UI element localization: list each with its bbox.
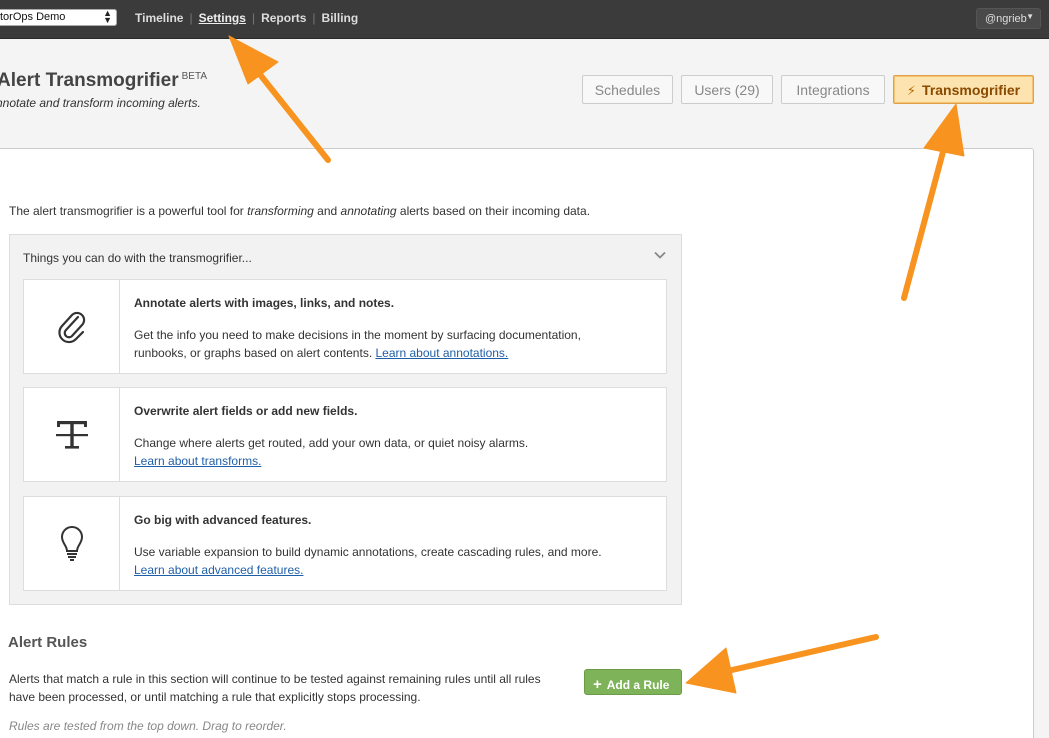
feature-icon-cell (24, 388, 120, 481)
feature-description: Get the info you need to make decisions … (134, 326, 634, 362)
feature-icon-cell (24, 280, 120, 373)
feature-description-text: Use variable expansion to build dynamic … (134, 545, 602, 559)
nav-reports[interactable]: Reports (261, 11, 306, 25)
feature-description-text: Get the info you need to make decisions … (134, 328, 581, 360)
features-panel-heading[interactable]: Things you can do with the transmogrifie… (23, 251, 252, 265)
tab-transmogrifier-label: Transmogrifier (922, 82, 1021, 98)
intro-emphasis: transforming (247, 204, 314, 218)
feature-title: Go big with advanced features. (134, 513, 312, 527)
chevron-down-icon[interactable] (654, 249, 666, 261)
feature-transforms: Overwrite alert fields or add new fields… (23, 387, 667, 482)
feature-title: Overwrite alert fields or add new fields… (134, 404, 358, 418)
organization-select-value: torOps Demo (0, 11, 66, 23)
alert-rules-description: Alerts that match a rule in this section… (9, 672, 541, 704)
alert-rules-heading: Alert Rules (8, 634, 88, 651)
feature-title: Annotate alerts with images, links, and … (134, 296, 395, 310)
arrow-to-settings-head (228, 35, 279, 85)
nav-separator: | (251, 11, 256, 25)
learn-transforms-link[interactable]: Learn about transforms. (134, 454, 261, 468)
page-title-text: Alert Transmogrifier (0, 70, 179, 91)
add-rule-button[interactable]: + Add a Rule (584, 669, 682, 695)
text-transform-icon (55, 420, 88, 449)
caret-down-icon: ▼ (1026, 12, 1034, 21)
feature-annotations: Annotate alerts with images, links, and … (23, 279, 667, 374)
feature-description: Use variable expansion to build dynamic … (134, 543, 634, 579)
tab-transmogrifier[interactable]: ⚡ Transmogrifier (893, 75, 1034, 104)
intro-emphasis: annotating (340, 204, 397, 218)
feature-description-text: Change where alerts get routed, add your… (134, 436, 529, 450)
alert-rules-note: Rules are tested from the top down. Drag… (9, 719, 287, 733)
features-panel: Things you can do with the transmogrifie… (9, 234, 682, 605)
nav-separator: | (189, 11, 193, 25)
tab-schedules[interactable]: Schedules (582, 75, 673, 104)
page-title: Alert Transmogrifier BETA (0, 70, 207, 92)
feature-icon-cell (24, 497, 120, 590)
user-menu-button[interactable]: @ngrieb ▼ (976, 8, 1041, 29)
intro-part: and (313, 204, 341, 218)
magic-wand-icon: ⚡ (906, 83, 917, 98)
beta-badge: BETA (181, 70, 207, 82)
organization-select[interactable]: torOps Demo ▲ ▼ (0, 9, 117, 26)
learn-advanced-link[interactable]: Learn about advanced features. (134, 563, 303, 577)
paperclip-icon (57, 311, 85, 343)
tab-users[interactable]: Users (29) (681, 75, 773, 104)
nav-timeline[interactable]: Timeline (135, 11, 183, 25)
nav-billing[interactable]: Billing (322, 11, 359, 25)
top-nav-bar: torOps Demo ▲ ▼ Timeline | Settings | Rep… (0, 0, 1049, 39)
nav-separator: | (312, 11, 316, 25)
page-subtitle: nnotate and transform incoming alerts. (0, 96, 201, 110)
intro-part: alerts based on their incoming data. (396, 204, 591, 218)
user-name: @ngrieb (985, 13, 1027, 25)
tab-integrations[interactable]: Integrations (781, 75, 885, 104)
nav-settings[interactable]: Settings (199, 11, 246, 25)
feature-advanced: Go big with advanced features. Use varia… (23, 496, 667, 591)
add-rule-label: Add a Rule (606, 678, 670, 692)
plus-icon: + (593, 676, 602, 693)
intro-part: The alert transmogrifier is a powerful t… (9, 204, 248, 218)
lightbulb-icon (60, 525, 83, 561)
learn-annotations-link[interactable]: Learn about annotations. (375, 346, 508, 360)
main-nav: Timeline | Settings | Reports | Billing (135, 11, 358, 25)
intro-text: The alert transmogrifier is a powerful t… (9, 204, 590, 218)
select-arrows-icon: ▲ ▼ (103, 8, 112, 25)
arrow-to-settings-shaft (255, 69, 331, 163)
feature-description: Change where alerts get routed, add your… (134, 434, 634, 470)
